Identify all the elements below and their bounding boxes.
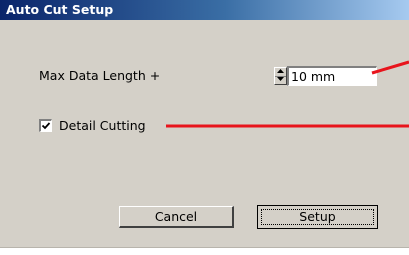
cancel-button[interactable]: Cancel (119, 206, 234, 228)
detail-cutting-checkbox[interactable] (39, 119, 52, 132)
max-data-length-spinner[interactable] (274, 67, 287, 85)
title-bar[interactable]: Auto Cut Setup (0, 0, 409, 20)
auto-cut-setup-dialog: Auto Cut Setup Max Data Length + Detail … (0, 0, 409, 248)
spin-down-arrow-icon (277, 77, 284, 81)
detail-cutting-label[interactable]: Detail Cutting (59, 118, 146, 134)
setup-button-label: Setup (261, 209, 374, 225)
window-title: Auto Cut Setup (6, 2, 114, 17)
spin-down-button[interactable] (275, 76, 286, 84)
screenshot: Auto Cut Setup Max Data Length + Detail … (0, 0, 409, 255)
checkmark-icon (41, 122, 51, 130)
spin-up-arrow-icon (277, 69, 284, 73)
max-data-length-input[interactable] (287, 66, 377, 86)
setup-button[interactable]: Setup (257, 205, 378, 229)
max-data-length-label: Max Data Length + (39, 68, 161, 83)
